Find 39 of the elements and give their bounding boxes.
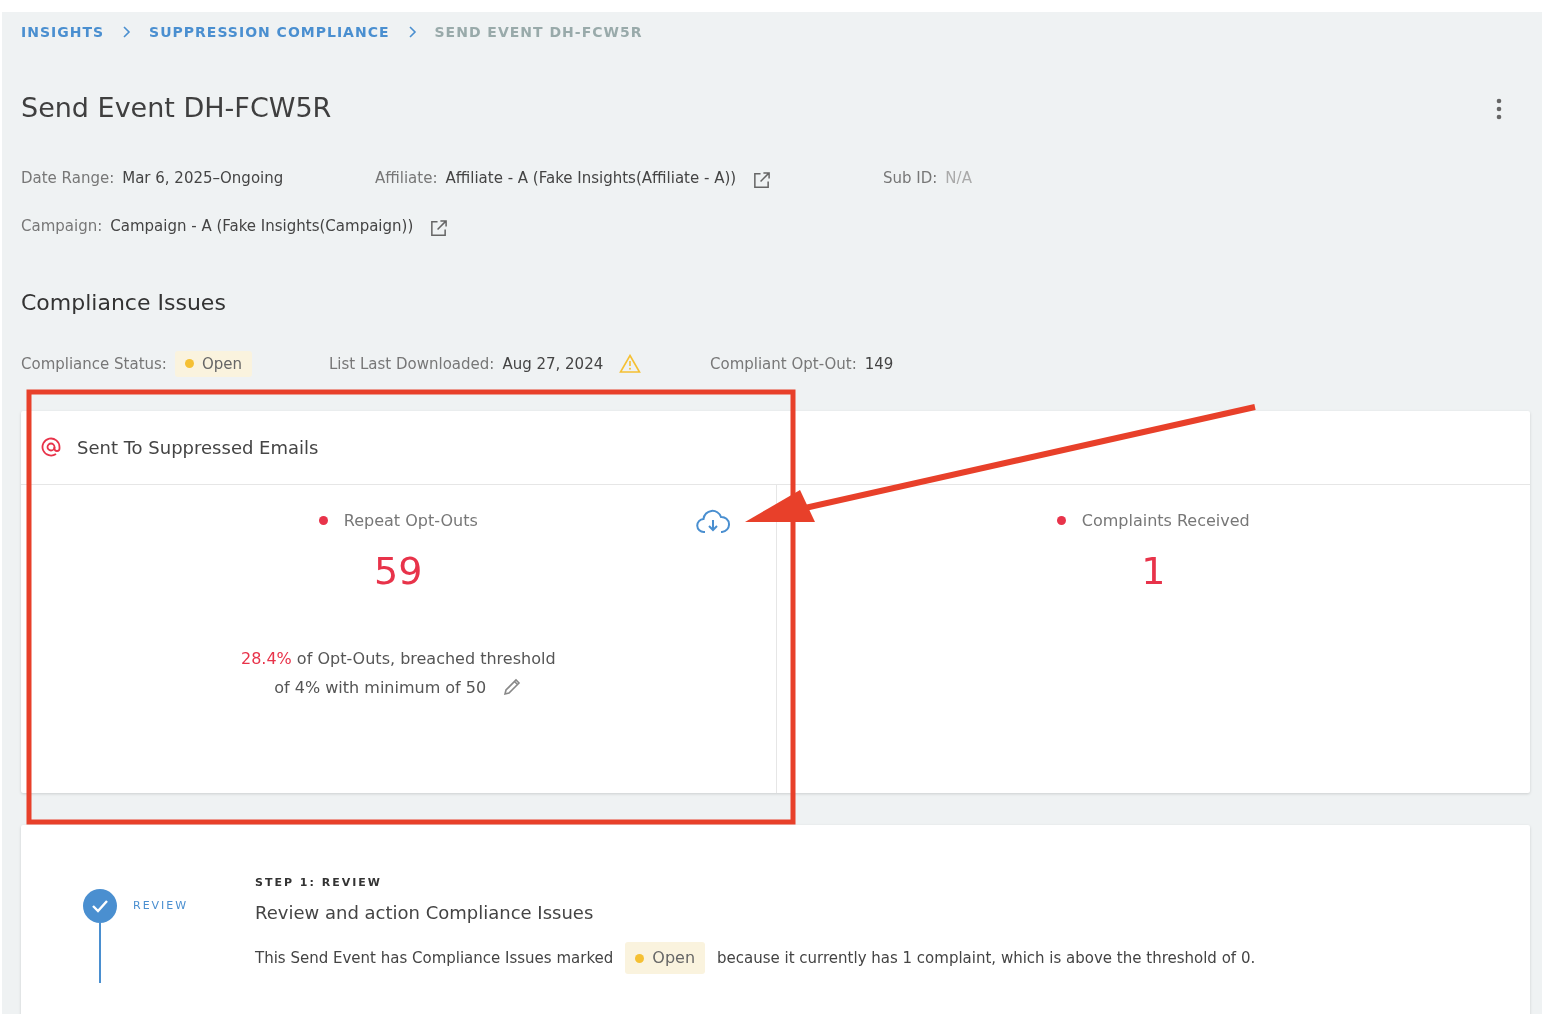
- detail-label: Campaign:: [21, 216, 103, 238]
- status-value: 149: [864, 353, 894, 375]
- card-title: Sent To Suppressed Emails: [77, 435, 319, 460]
- chevron-icon: [407, 26, 417, 38]
- threshold-note: of 4% with minimum of 50: [274, 676, 487, 699]
- metric-value: 59: [373, 547, 424, 595]
- status-badge: Open: [625, 942, 706, 975]
- detail-value: Campaign - A (Fake Insights(Campaign)): [110, 216, 414, 238]
- step-text: because it currently has 1 complaint, which is above the threshold of 0.: [717, 948, 1256, 970]
- metric-label: Complaints Received: [1081, 509, 1250, 532]
- status-label: Compliant Opt-Out:: [710, 353, 857, 375]
- detail-value: Mar 6, 2025–Ongoing: [122, 168, 284, 190]
- page-title: Send Event DH-FCW5R: [21, 92, 332, 125]
- warning-icon: [619, 354, 642, 374]
- metric-value: 1: [1140, 547, 1167, 595]
- pencil-icon[interactable]: [502, 677, 523, 698]
- step-label: REVIEW: [133, 897, 189, 914]
- step-title: Review and action Compliance Issues: [255, 901, 595, 926]
- status-badge: Open: [174, 350, 252, 378]
- detail-value: Affiliate - A (Fake Insights(Affiliate - A)): [445, 168, 737, 190]
- cloud-download-icon[interactable]: [695, 508, 730, 535]
- threshold-note: 28.4% of Opt-Outs, breached threshold: [239, 647, 557, 670]
- chevron-icon: [122, 26, 132, 38]
- status-value: Aug 27, 2024: [502, 353, 604, 375]
- status-label: Compliance Status:: [21, 353, 167, 375]
- step-heading: STEP 1: REVIEW: [255, 874, 383, 891]
- section-title: Compliance Issues: [21, 290, 227, 317]
- metric-label: Repeat Opt-Outs: [343, 509, 478, 532]
- status-label: List Last Downloaded:: [329, 353, 495, 375]
- at-sign-icon: [41, 437, 61, 458]
- detail-label: Date Range:: [21, 168, 115, 190]
- step-text: This Send Event has Compliance Issues marked: [255, 948, 614, 970]
- more-menu-icon[interactable]: [1496, 98, 1502, 121]
- detail-label: Affiliate:: [375, 168, 438, 190]
- detail-value: N/A: [945, 168, 972, 190]
- detail-label: Sub ID:: [883, 168, 938, 190]
- breadcrumb-link[interactable]: INSIGHTS: [21, 21, 105, 43]
- breadcrumb-current: SEND EVENT DH-FCW5R: [434, 22, 643, 42]
- breadcrumb-link[interactable]: SUPPRESSION COMPLIANCE: [149, 21, 390, 43]
